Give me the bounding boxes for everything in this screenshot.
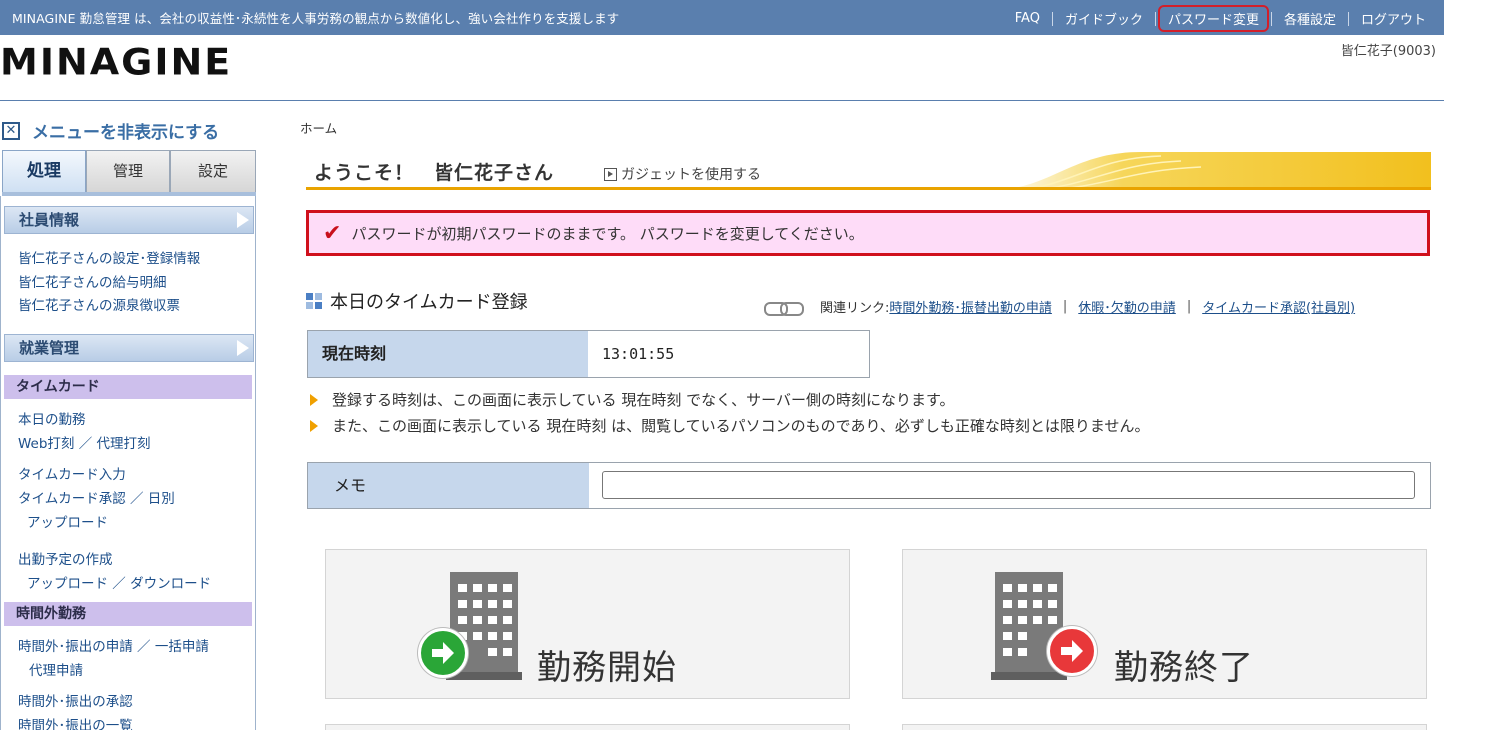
timecard-section-title: 本日のタイムカード登録 (306, 288, 528, 314)
leave-request-link[interactable]: 休暇･欠勤の申請 (1078, 297, 1176, 316)
sidebar-tabs: 処理 管理 設定 (2, 150, 256, 196)
tab-settings[interactable]: 設定 (170, 150, 256, 192)
sidebar-item-withholding[interactable]: 皆仁花子さんの源泉徴収票 (18, 294, 180, 314)
tagline: MINAGINE 勤怠管理 は、会社の収益性･永続性を人事労務の観点から数値化し… (12, 11, 620, 26)
overtime-request-link[interactable]: 時間外勤務･振替出勤の申請 (889, 297, 1052, 316)
sidebar-item-settings-info[interactable]: 皆仁花子さんの設定･登録情報 (18, 247, 200, 267)
top-links: FAQ ガイドブック パスワード変更 各種設定 ログアウト (1003, 5, 1438, 32)
chain-link-icon (764, 300, 804, 316)
sidebar-item-today-work[interactable]: 本日の勤務 (18, 408, 86, 428)
breadcrumb[interactable]: ホーム (300, 118, 337, 137)
note-item: 登録する時刻は、この画面に表示している 現在時刻 でなく、サーバー側の時刻になり… (310, 389, 954, 410)
guidebook-link[interactable]: ガイドブック (1053, 9, 1155, 28)
hide-menu-button[interactable]: ✕ メニューを非表示にする (2, 118, 219, 143)
sidebar: ✕ メニューを非表示にする 処理 管理 設定 社員情報 皆仁花子さんの設定･登録… (0, 112, 256, 730)
arrow-right-circle-icon (418, 628, 468, 678)
hide-menu-label: メニューを非表示にする (32, 123, 220, 143)
sidebar-item-upload-download[interactable]: アップロード ／ ダウンロード (27, 572, 211, 592)
current-time-value: 13:01:55 (588, 331, 869, 377)
note-item: また、この画面に表示している 現在時刻 は、閲覧しているパソコンのものであり、必… (310, 415, 1149, 436)
timecard-title-text: 本日のタイムカード登録 (330, 292, 528, 313)
sidebar-item-proxy-request[interactable]: 代理申請 (29, 659, 83, 679)
top-bar: MINAGINE 勤怠管理 は、会社の収益性･永続性を人事労務の観点から数値化し… (0, 0, 1444, 35)
subsection-timecard: タイムカード (4, 375, 252, 399)
memo-label: メモ (308, 463, 589, 508)
header-underline (306, 187, 1431, 190)
welcome-header: ようこそ！ 皆仁花子さん ガジェットを使用する (306, 152, 1431, 190)
section-work-management[interactable]: 就業管理 (4, 334, 254, 362)
header-divider (0, 100, 1444, 101)
decorative-stripe (991, 152, 1431, 190)
tab-manage[interactable]: 管理 (86, 150, 170, 192)
current-time-row: 現在時刻 13:01:55 (307, 330, 870, 378)
arrow-right-icon (237, 212, 249, 228)
logo[interactable]: MINAGINE (0, 41, 232, 83)
memo-input[interactable] (602, 471, 1415, 499)
divider: | (1062, 299, 1068, 314)
next-row-button[interactable] (902, 724, 1427, 730)
password-alert: ✔ パスワードが初期パスワードのままです。 パスワードを変更してください。 (306, 210, 1430, 256)
sidebar-item-timecard-input[interactable]: タイムカード入力 (18, 463, 126, 483)
welcome-title: ようこそ！ 皆仁花子さん (314, 162, 555, 184)
arrow-right-icon (237, 340, 249, 356)
alert-message: パスワードが初期パスワードのままです。 パスワードを変更してください。 (351, 224, 864, 243)
sidebar-item-overtime-request[interactable]: 時間外･振出の申請 ／ 一括申請 (18, 635, 209, 655)
memo-cell (589, 463, 1430, 508)
section-title: 就業管理 (19, 339, 80, 357)
sidebar-item-timecard-approval[interactable]: タイムカード承認 ／ 日別 (18, 487, 175, 507)
sidebar-item-web-stamp[interactable]: Web打刻 ／ 代理打刻 (18, 432, 151, 452)
section-employee-info[interactable]: 社員情報 (4, 206, 254, 234)
work-start-label: 勤務開始 (537, 648, 677, 688)
work-end-label: 勤務終了 (1114, 648, 1254, 688)
note-text: 登録する時刻は、この画面に表示している 現在時刻 でなく、サーバー側の時刻になり… (332, 391, 955, 409)
arrow-right-circle-icon (1047, 626, 1097, 676)
sidebar-item-schedule-create[interactable]: 出勤予定の作成 (18, 548, 113, 568)
faq-link[interactable]: FAQ (1003, 11, 1052, 26)
close-box-icon: ✕ (2, 121, 20, 140)
sidebar-item-overtime-approval[interactable]: 時間外･振出の承認 (18, 690, 133, 710)
play-icon (604, 167, 617, 181)
related-links: 関連リンク: 時間外勤務･振替出勤の申請 | 休暇･欠勤の申請 | タイムカード… (764, 297, 1355, 316)
logout-link[interactable]: ログアウト (1349, 9, 1438, 28)
triangle-bullet-icon (310, 393, 318, 406)
checkmark-icon: ✔ (323, 220, 342, 246)
settings-link[interactable]: 各種設定 (1272, 9, 1348, 28)
gadget-label: ガジェットを使用する (621, 167, 761, 183)
memo-row: メモ (307, 462, 1431, 509)
timecard-approval-link[interactable]: タイムカード承認(社員別) (1202, 297, 1355, 316)
current-time-label: 現在時刻 (308, 331, 588, 377)
subsection-overtime: 時間外勤務 (4, 602, 252, 626)
work-start-button[interactable]: 勤務開始 (325, 549, 850, 699)
sidebar-item-payslip[interactable]: 皆仁花子さんの給与明細 (18, 271, 167, 291)
password-change-link[interactable]: パスワード変更 (1157, 5, 1269, 32)
sidebar-item-upload[interactable]: アップロード (27, 511, 108, 531)
divider: | (1186, 299, 1192, 314)
work-end-button[interactable]: 勤務終了 (902, 549, 1427, 699)
note-text: また、この画面に表示している 現在時刻 は、閲覧しているパソコンのものであり、必… (332, 417, 1150, 435)
triangle-bullet-icon (310, 419, 318, 432)
sidebar-menu: 社員情報 皆仁花子さんの設定･登録情報 皆仁花子さんの給与明細 皆仁花子さんの源… (0, 196, 256, 730)
related-label: 関連リンク: (820, 301, 890, 316)
sidebar-item-overtime-list[interactable]: 時間外･振出の一覧 (18, 714, 133, 730)
tab-process[interactable]: 処理 (2, 150, 86, 192)
divider (1154, 11, 1156, 26)
use-gadget-link[interactable]: ガジェットを使用する (604, 164, 761, 184)
grid-squares-icon (306, 293, 322, 309)
next-row-button[interactable] (325, 724, 850, 730)
user-name: 皆仁花子(9003) (1340, 44, 1436, 59)
section-title: 社員情報 (19, 211, 80, 229)
